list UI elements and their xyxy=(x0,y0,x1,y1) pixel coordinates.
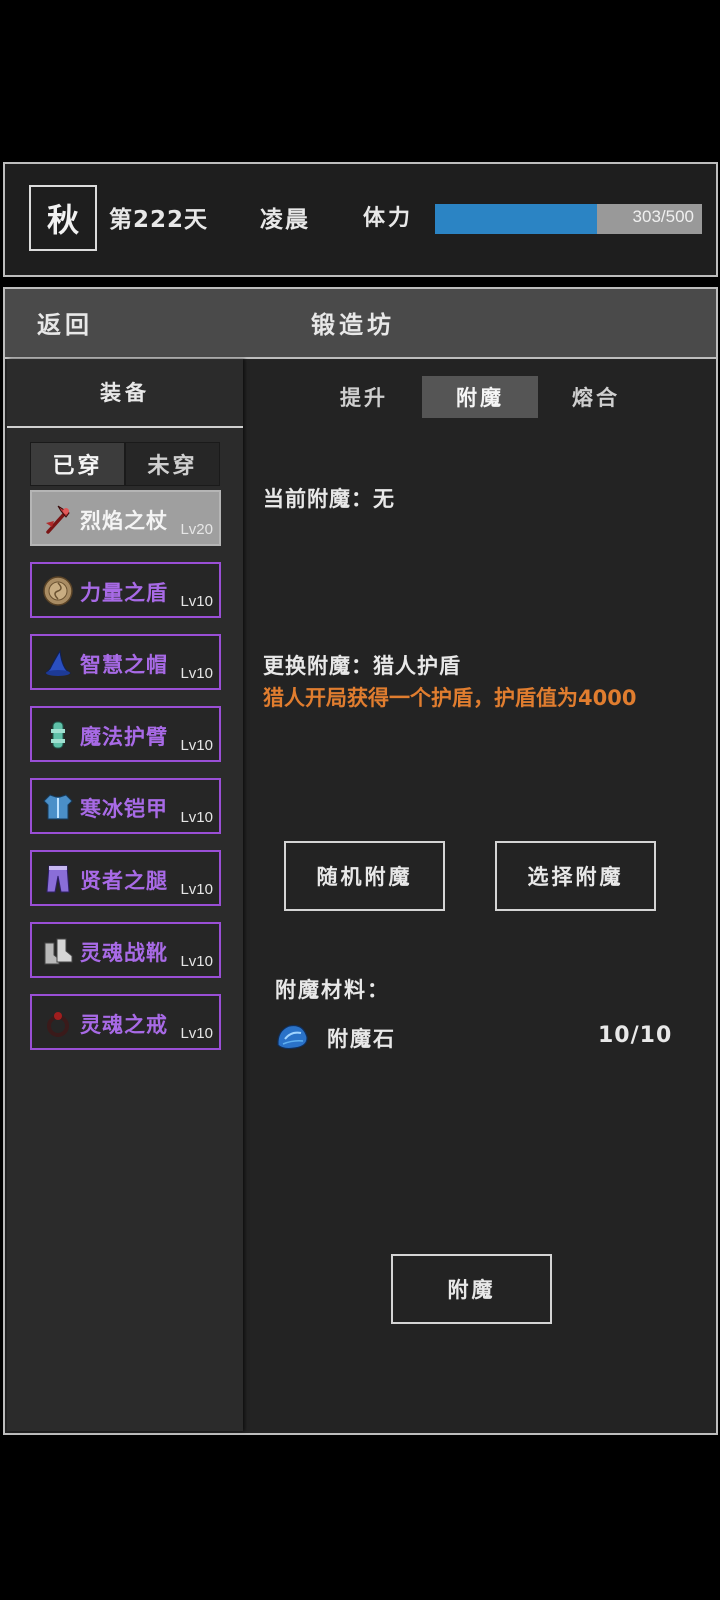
item-level: Lv10 xyxy=(180,665,213,682)
item-level: Lv10 xyxy=(180,809,213,826)
item-name: 智慧之帽 xyxy=(80,653,168,677)
item-name: 魔法护臂 xyxy=(80,725,168,749)
tab-worn[interactable]: 已穿 xyxy=(30,442,125,486)
equipment-item-sage-leggings[interactable]: 贤者之腿 Lv10 xyxy=(30,850,221,906)
equipment-item-wisdom-hat[interactable]: 智慧之帽 Lv10 xyxy=(30,634,221,690)
item-name: 寒冰铠甲 xyxy=(80,797,168,821)
header-bar: 返回 锻造坊 xyxy=(3,287,718,359)
stamina-bar-fill xyxy=(435,204,597,234)
random-enchant-button[interactable]: 随机附魔 xyxy=(284,841,445,911)
leggings-icon xyxy=(46,865,70,893)
item-name: 灵魂战靴 xyxy=(80,941,168,965)
stamina-label: 体力 xyxy=(363,206,414,231)
enchant-stone-icon xyxy=(277,1024,308,1050)
staff-icon xyxy=(46,505,70,534)
replace-enchant-text: 更换附魔：猎人护盾 xyxy=(263,654,461,678)
select-enchant-button[interactable]: 选择附魔 xyxy=(495,841,656,911)
bracer-icon xyxy=(51,721,65,749)
enchant-description: 猎人开局获得一个护盾，护盾值为4000 xyxy=(263,686,637,710)
material-name: 附魔石 xyxy=(327,1027,396,1051)
item-name: 力量之盾 xyxy=(80,581,168,605)
item-name: 烈焰之杖 xyxy=(80,509,168,533)
item-name: 贤者之腿 xyxy=(80,869,168,893)
material-count: 10/10 xyxy=(598,1023,673,1048)
page-title: 锻造坊 xyxy=(311,311,395,339)
sidebar-title: 装备 xyxy=(100,381,150,405)
enchant-button[interactable]: 附魔 xyxy=(391,1254,552,1324)
boots-icon xyxy=(44,938,73,965)
main-panel: 装备 已穿 未穿 烈焰之杖 Lv20 力量之盾 Lv10 智慧之帽 Lv10 魔… xyxy=(3,359,718,1435)
tab-enchant[interactable]: 附魔 xyxy=(422,376,538,418)
time-of-day: 凌晨 xyxy=(260,207,310,233)
back-button[interactable]: 返回 xyxy=(37,305,93,340)
item-level: Lv10 xyxy=(180,881,213,898)
tab-fusion[interactable]: 熔合 xyxy=(538,376,654,418)
status-bar: 秋 第222天 凌晨 体力 303/500 xyxy=(3,162,718,277)
tab-unworn[interactable]: 未穿 xyxy=(125,442,220,486)
equipment-item-fire-staff[interactable]: 烈焰之杖 Lv20 xyxy=(30,490,221,546)
item-level: Lv20 xyxy=(180,521,213,538)
season-badge: 秋 xyxy=(29,185,97,251)
equipment-item-ice-armor[interactable]: 寒冰铠甲 Lv10 xyxy=(30,778,221,834)
equipment-item-magic-bracer[interactable]: 魔法护臂 Lv10 xyxy=(30,706,221,762)
ring-icon xyxy=(47,1012,69,1037)
equipment-item-soul-ring[interactable]: 灵魂之戒 Lv10 xyxy=(30,994,221,1050)
sidebar-divider xyxy=(7,426,243,428)
item-name: 灵魂之戒 xyxy=(80,1013,168,1037)
stamina-value: 303/500 xyxy=(632,207,694,226)
item-level: Lv10 xyxy=(180,1025,213,1042)
equipment-item-strength-shield[interactable]: 力量之盾 Lv10 xyxy=(30,562,221,618)
item-level: Lv10 xyxy=(180,737,213,754)
day-counter: 第222天 xyxy=(109,207,209,233)
hat-icon xyxy=(45,649,72,676)
equipment-item-soul-boots[interactable]: 灵魂战靴 Lv10 xyxy=(30,922,221,978)
equipment-sidebar: 装备 已穿 未穿 烈焰之杖 Lv20 力量之盾 Lv10 智慧之帽 Lv10 魔… xyxy=(7,359,243,1431)
item-level: Lv10 xyxy=(180,953,213,970)
materials-label: 附魔材料： xyxy=(275,978,390,1002)
item-level: Lv10 xyxy=(180,593,213,610)
armor-icon xyxy=(43,794,73,820)
tab-upgrade[interactable]: 提升 xyxy=(306,376,422,418)
stamina-bar: 303/500 xyxy=(435,204,702,234)
shield-icon xyxy=(43,576,73,606)
current-enchant-text: 当前附魔：无 xyxy=(263,487,395,511)
